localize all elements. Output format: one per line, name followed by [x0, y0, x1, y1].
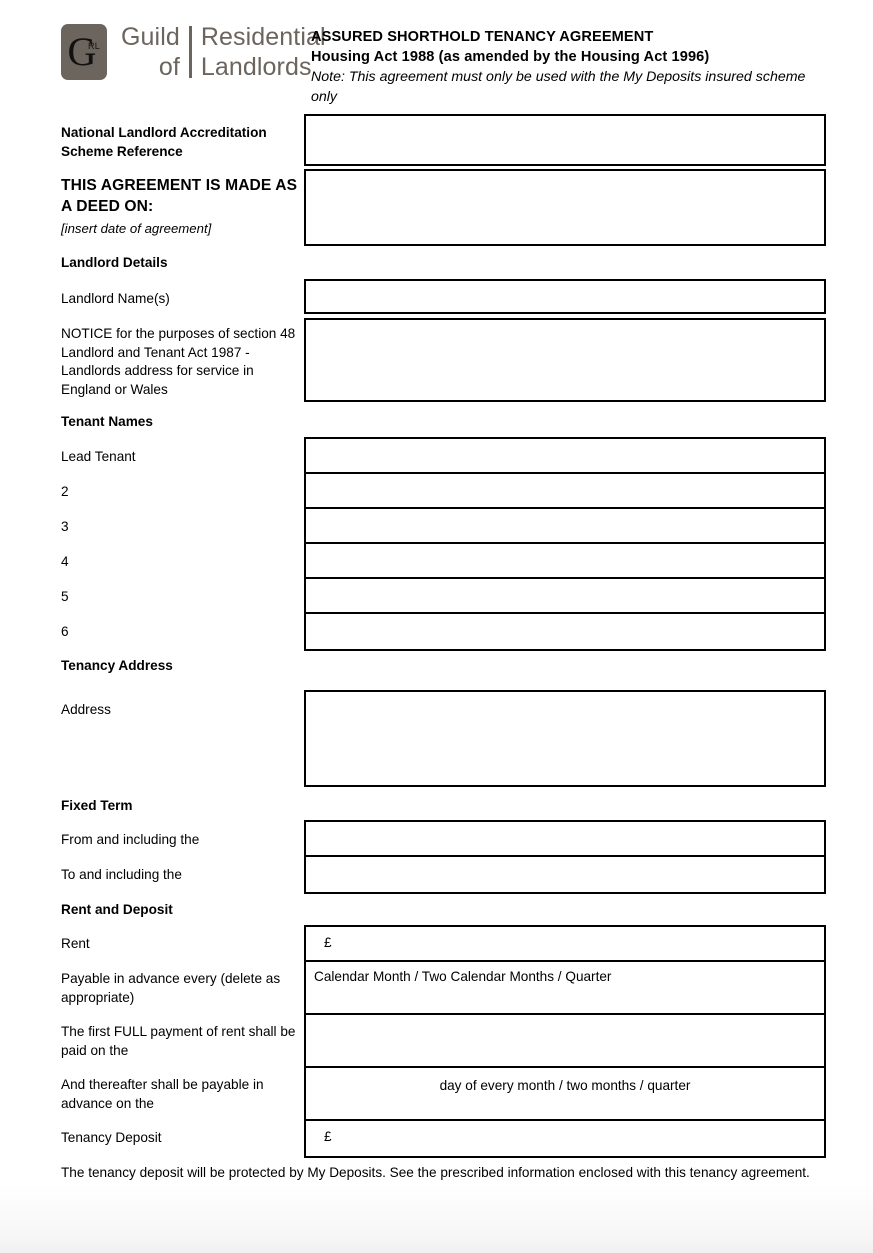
tenant-6-input[interactable]	[306, 614, 824, 649]
term-to-label: To and including the	[61, 867, 182, 882]
document-subtitle: Housing Act 1988 (as amended by the Hous…	[311, 49, 710, 65]
guild-logo-icon: G RL	[61, 24, 107, 80]
tenancy-address-label: Address	[61, 702, 111, 717]
payable-frequency-options: Calendar Month / Two Calendar Months / Q…	[314, 969, 612, 984]
tenant-4-input[interactable]	[306, 544, 824, 579]
tenant-4-label: 4	[61, 554, 69, 569]
nlas-reference-input[interactable]	[304, 114, 826, 166]
rent-currency-symbol: £	[324, 935, 332, 950]
tenancy-address-input[interactable]	[304, 690, 826, 787]
tenant-3-input[interactable]	[306, 509, 824, 544]
rent-label: Rent	[61, 936, 90, 951]
deposit-protection-footnote: The tenancy deposit will be protected by…	[61, 1165, 810, 1180]
section-heading-fixed-term: Fixed Term	[61, 798, 133, 813]
document-header: ASSURED SHORTHOLD TENANCY AGREEMENT Hous…	[311, 28, 831, 107]
tenant-3-label: 3	[61, 519, 69, 534]
landlord-service-address-input[interactable]	[304, 318, 826, 402]
document-title: ASSURED SHORTHOLD TENANCY AGREEMENT	[311, 29, 654, 45]
page-bottom-shadow	[0, 1183, 873, 1253]
page-content: G RL Guild of Residential Landlords ASSU…	[0, 0, 873, 1253]
tenancy-deposit-label: Tenancy Deposit	[61, 1130, 162, 1145]
landlord-names-input[interactable]	[304, 279, 826, 314]
brand-wordmark: Guild of Residential Landlords	[121, 22, 326, 82]
first-full-payment-label: The first FULL payment of rent shall be …	[61, 1024, 296, 1058]
section-heading-rent-and-deposit: Rent and Deposit	[61, 902, 173, 917]
rent-input[interactable]: £	[306, 927, 824, 962]
tenancy-agreement-page: G RL Guild of Residential Landlords ASSU…	[0, 0, 873, 1253]
deed-date-hint: [insert date of agreement]	[61, 221, 212, 236]
tenant-names-input-group	[304, 437, 826, 651]
term-from-label: From and including the	[61, 832, 200, 847]
first-full-payment-input[interactable]	[306, 1015, 824, 1068]
tenant-2-input[interactable]	[306, 474, 824, 509]
section-heading-tenancy-address: Tenancy Address	[61, 658, 173, 673]
term-from-input[interactable]	[306, 822, 824, 857]
payable-frequency-label: Payable in advance every (delete as appr…	[61, 971, 281, 1005]
thereafter-payable-input[interactable]: day of every month / two months / quarte…	[306, 1068, 824, 1121]
tenant-5-input[interactable]	[306, 579, 824, 614]
brand-word-residential: Residential	[200, 23, 326, 51]
section48-notice-label: NOTICE for the purposes of section 48 La…	[61, 326, 296, 397]
brand-divider-rule	[188, 26, 192, 78]
masthead: G RL Guild of Residential Landlords ASSU…	[61, 22, 831, 107]
deposit-currency-symbol: £	[324, 1129, 332, 1144]
tenant-1-label: Lead Tenant	[61, 449, 136, 464]
tenant-1-input[interactable]	[306, 439, 824, 474]
section-heading-landlord-details: Landlord Details	[61, 255, 168, 270]
tenant-2-label: 2	[61, 484, 69, 499]
brand-word-guild: Guild	[121, 23, 180, 51]
deed-date-input[interactable]	[304, 169, 826, 246]
tenant-6-label: 6	[61, 624, 69, 639]
fixed-term-input-group	[304, 820, 826, 894]
logo-letters-rl: RL	[88, 41, 100, 51]
tenant-5-label: 5	[61, 589, 69, 604]
deed-date-label: THIS AGREEMENT IS MADE AS A DEED ON:	[61, 177, 298, 215]
document-note: Note: This agreement must only be used w…	[311, 69, 806, 105]
thereafter-payable-label: And thereafter shall be payable in advan…	[61, 1077, 264, 1111]
section-heading-tenant-names: Tenant Names	[61, 414, 153, 429]
landlord-names-label: Landlord Name(s)	[61, 291, 170, 306]
payable-frequency-input[interactable]: Calendar Month / Two Calendar Months / Q…	[306, 962, 824, 1015]
logo-letter-g: G	[67, 29, 97, 74]
nlas-reference-label: National Landlord Accreditation Scheme R…	[61, 125, 267, 159]
brand-wordmark-left: Guild of	[121, 22, 180, 82]
guild-of-residential-landlords-logo: G RL Guild of Residential Landlords	[61, 22, 326, 82]
thereafter-payable-options: day of every month / two months / quarte…	[439, 1078, 691, 1093]
term-to-input[interactable]	[306, 857, 824, 892]
brand-wordmark-right: Residential Landlords	[201, 22, 326, 82]
rent-and-deposit-input-group: £ Calendar Month / Two Calendar Months /…	[304, 925, 826, 1158]
brand-word-of: of	[158, 53, 180, 81]
tenancy-deposit-input[interactable]: £	[306, 1121, 824, 1156]
brand-word-landlords: Landlords	[200, 53, 312, 81]
